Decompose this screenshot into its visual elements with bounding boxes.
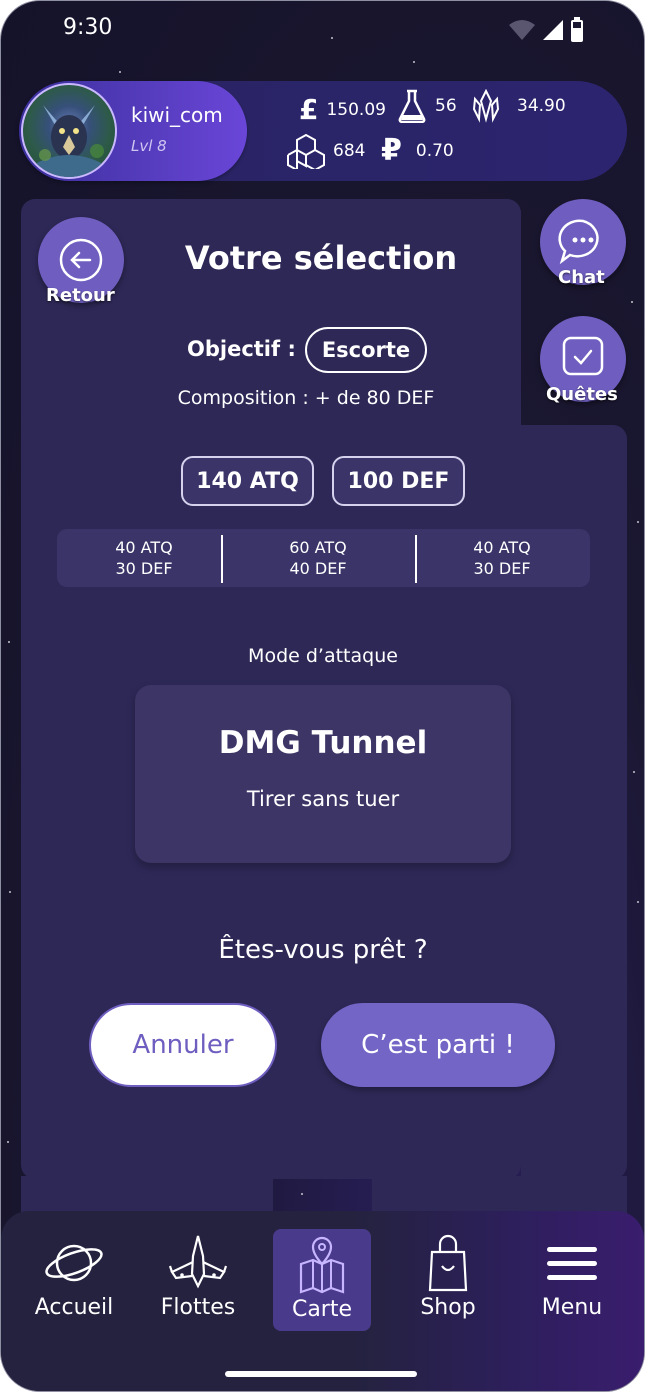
- attack-mode-card[interactable]: DMG Tunnel Tirer sans tuer: [135, 685, 511, 863]
- attack-mode-name: DMG Tunnel: [218, 725, 428, 761]
- bottom-navigation: Accueil Flottes Carte Shop Menu: [1, 1211, 644, 1391]
- cell-signal-icon: [543, 20, 563, 40]
- ready-question: Êtes-vous prêt ?: [218, 935, 428, 965]
- ship-1-defense: 30 DEF: [115, 559, 173, 578]
- shopping-bag-icon: [428, 1234, 468, 1292]
- cancel-button[interactable]: Annuler: [89, 1003, 277, 1087]
- flask-value: 56: [435, 96, 457, 116]
- nav-label-map: Carte: [291, 1297, 353, 1322]
- battery-icon: [571, 17, 583, 42]
- divider: [221, 535, 223, 583]
- ship-3-attack: 40 ATQ: [473, 538, 531, 557]
- cubes-value: 684: [333, 141, 366, 161]
- flask-icon: [398, 89, 426, 123]
- currency-flask: 56: [397, 89, 457, 123]
- avatar[interactable]: [21, 83, 117, 179]
- pound-value: 150.09: [326, 99, 386, 120]
- currency-crystal: 34.90: [471, 89, 566, 123]
- quests-label[interactable]: Quêtes: [546, 384, 618, 405]
- total-attack-badge: 140 ATQ: [181, 456, 314, 506]
- nav-label-fleets: Flottes: [160, 1295, 236, 1320]
- objective-badge: Escorte: [305, 327, 427, 373]
- page-title: Votre sélection: [184, 239, 458, 277]
- map-icon: [299, 1236, 345, 1294]
- total-defense-badge: 100 DEF: [332, 456, 465, 506]
- launch-button[interactable]: C’est parti !: [321, 1003, 555, 1087]
- ship-2-attack: 60 ATQ: [289, 538, 347, 557]
- status-bar: 9:30: [1, 1, 644, 57]
- ruble-value: 0.70: [415, 140, 454, 161]
- pound-icon: £: [299, 93, 319, 126]
- ship-2-defense: 40 DEF: [289, 559, 347, 578]
- currency-ruble: ₽ 0.70: [381, 133, 454, 168]
- attack-mode-description: Tirer sans tuer: [246, 787, 400, 811]
- cubes-icon: [287, 133, 325, 169]
- ships-stats-bar: 40 ATQ 30 DEF 60 ATQ 40 DEF 40 ATQ 30 DE…: [57, 529, 590, 587]
- system-icons: [508, 17, 584, 43]
- ship-stat-1: 40 ATQ 30 DEF: [74, 537, 214, 579]
- composition-text: Composition : + de 80 DEF: [177, 387, 435, 409]
- nav-item-shop[interactable]: Shop: [393, 1227, 503, 1329]
- nav-item-menu[interactable]: Menu: [517, 1227, 627, 1329]
- username: kiwi_com: [131, 103, 223, 127]
- hamburger-menu-icon: [547, 1247, 597, 1280]
- status-time: 9:30: [63, 15, 113, 40]
- profile-card[interactable]: kiwi_com Lvl 8: [19, 81, 247, 181]
- nav-item-fleets[interactable]: Flottes: [143, 1227, 253, 1329]
- divider: [415, 535, 417, 583]
- chat-label[interactable]: Chat: [558, 267, 605, 288]
- currency-cubes: 684: [287, 133, 365, 169]
- wifi-icon: [509, 20, 535, 40]
- crystal-icon: [472, 89, 500, 123]
- objective-label: Objectif :: [187, 337, 296, 361]
- planet-icon: [45, 1244, 103, 1282]
- ship-3-defense: 30 DEF: [473, 559, 531, 578]
- currency-pound: £ 150.09: [299, 93, 386, 126]
- home-indicator[interactable]: [225, 1371, 417, 1377]
- ship-1-attack: 40 ATQ: [115, 538, 173, 557]
- player-header: kiwi_com Lvl 8 £ 150.09 56 34.90 684 ₽ 0…: [19, 81, 627, 181]
- back-label[interactable]: Retour: [46, 285, 115, 306]
- nav-label-menu: Menu: [541, 1295, 603, 1320]
- ship-stat-2: 60 ATQ 40 DEF: [248, 537, 388, 579]
- ship-stat-3: 40 ATQ 30 DEF: [432, 537, 572, 579]
- nav-label-shop: Shop: [420, 1295, 476, 1320]
- bird-warrior-avatar-icon: [33, 105, 105, 177]
- user-level: Lvl 8: [131, 137, 167, 155]
- nav-label-home: Accueil: [34, 1295, 114, 1320]
- crystal-value: 34.90: [517, 96, 566, 116]
- phone-screen: 9:30 kiwi_com Lvl 8 £ 150.09 56 34.90 68…: [0, 0, 645, 1392]
- nav-item-map[interactable]: Carte: [273, 1229, 371, 1331]
- attack-mode-label: Mode d’attaque: [248, 645, 398, 667]
- spaceship-icon: [168, 1235, 228, 1289]
- nav-item-home[interactable]: Accueil: [19, 1227, 129, 1329]
- ruble-icon: ₽: [381, 133, 402, 168]
